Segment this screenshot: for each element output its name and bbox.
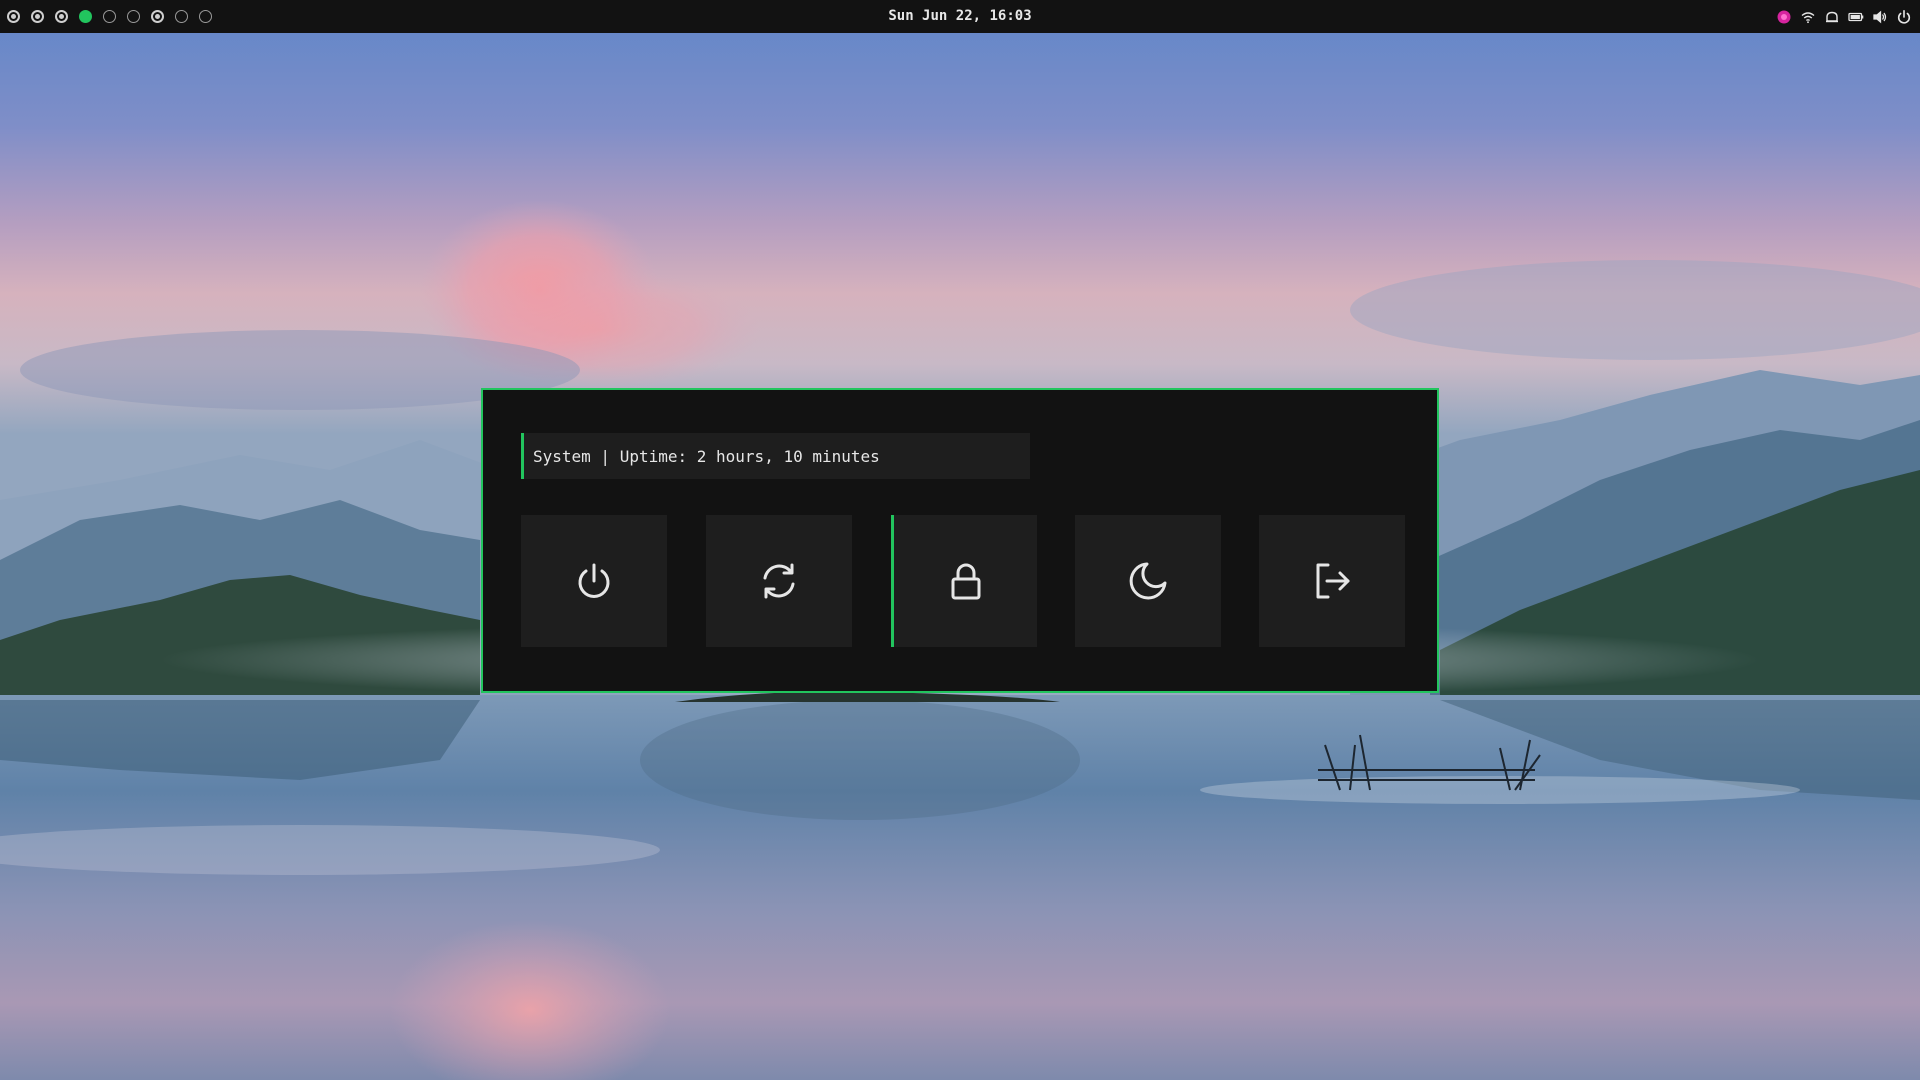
prompt-text: System | Uptime: 2 hours, 10 minutes [533,446,880,466]
notification-icon[interactable] [1824,9,1840,25]
logout-button[interactable] [1259,515,1405,647]
suspend-button[interactable] [1075,515,1221,647]
power-icon [578,563,610,598]
power-icon[interactable] [1896,9,1912,25]
desktop: Sun Jun 22, 16:03 System | Uptime: 2 hou… [0,0,1920,1080]
power-actions [521,515,1405,647]
power-menu: System | Uptime: 2 hours, 10 minutes [481,388,1439,693]
clock[interactable]: Sun Jun 22, 16:03 [0,0,1920,33]
logout-icon [1316,563,1350,599]
top-bar: Sun Jun 22, 16:03 [0,0,1920,33]
lock-icon [951,563,980,600]
reboot-button[interactable] [706,515,852,647]
system-tray [1768,0,1912,33]
battery-icon[interactable] [1848,9,1864,25]
app-indicator-icon[interactable] [1776,9,1792,25]
volume-icon[interactable] [1872,9,1888,25]
lock-button[interactable] [891,515,1037,647]
prompt-bar[interactable]: System | Uptime: 2 hours, 10 minutes [521,433,1030,479]
wifi-icon[interactable] [1800,9,1816,25]
refresh-icon [763,563,795,599]
moon-icon [1129,562,1167,600]
shutdown-button[interactable] [521,515,667,647]
